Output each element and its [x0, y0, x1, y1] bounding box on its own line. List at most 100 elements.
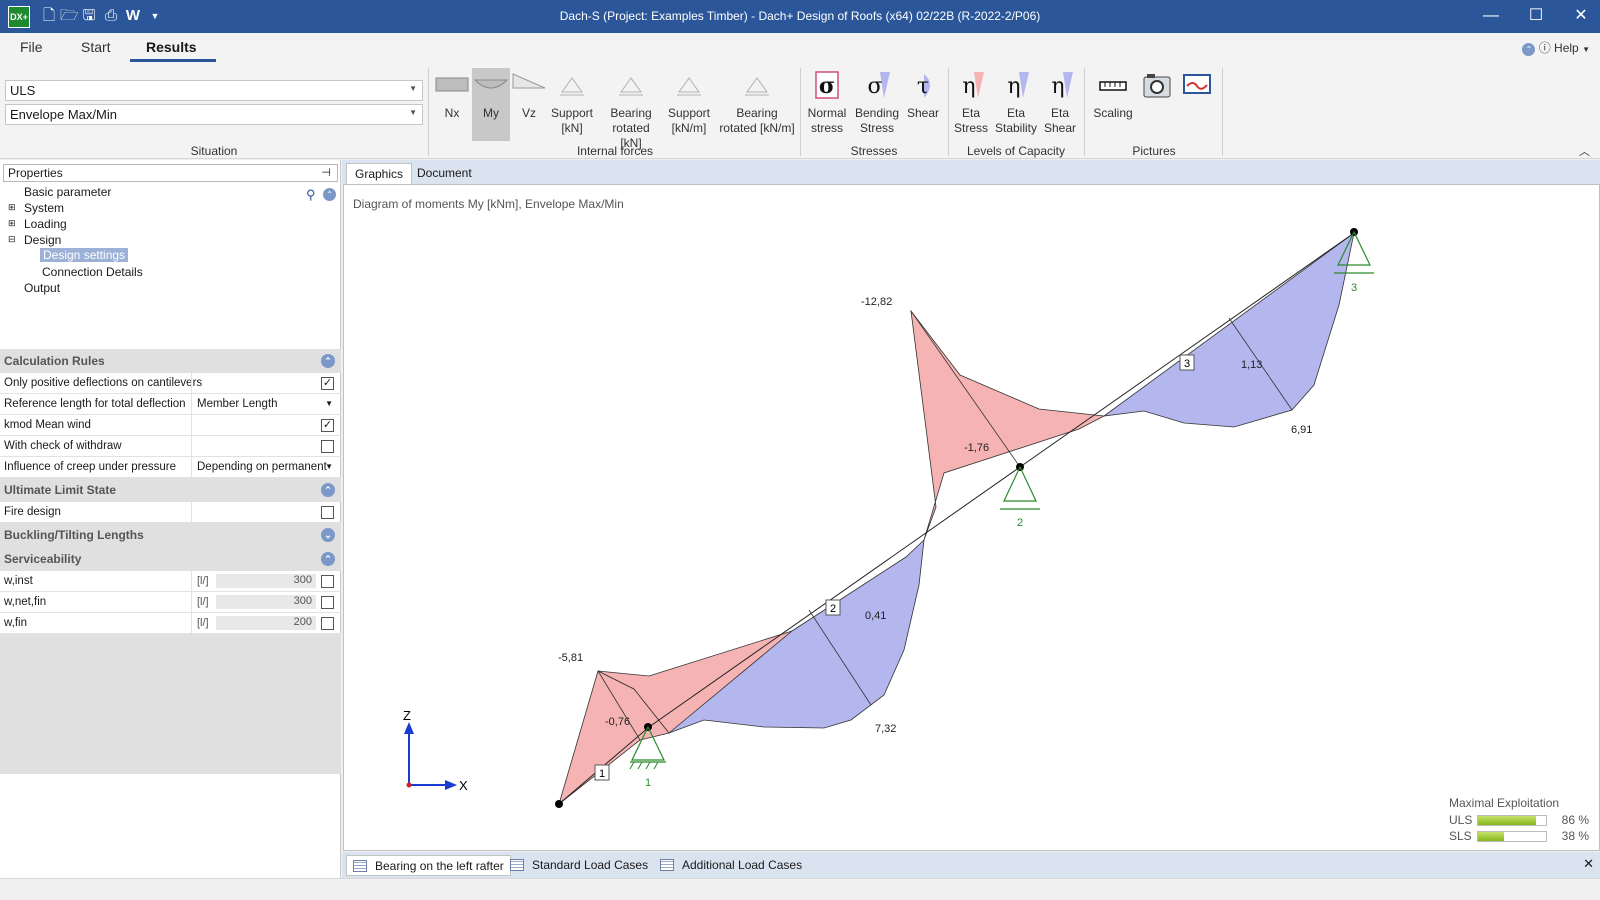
eta-stress-button[interactable]: η Eta Stress [952, 68, 990, 136]
expand-icon[interactable]: ⊞ [8, 202, 16, 213]
section-serviceability[interactable]: Serviceability ⌃ [0, 547, 341, 571]
customize-quick-access-icon[interactable]: ▼ [146, 7, 164, 25]
picture-export-button[interactable] [1178, 68, 1216, 106]
checkbox-checked[interactable]: ✓ [321, 419, 334, 432]
tab-bearing-left-rafter[interactable]: Bearing on the left rafter [346, 855, 511, 876]
vz-button[interactable]: Vz [510, 68, 548, 138]
eta-shear-button[interactable]: η Eta Shear [1041, 68, 1079, 136]
chevron-up-icon[interactable]: ⌃ [321, 483, 335, 497]
chevron-down-icon[interactable]: ⌄ [321, 528, 335, 542]
my-diagram-icon [473, 79, 509, 89]
tree-item-connection-details[interactable]: Connection Details [42, 265, 143, 279]
maximize-button[interactable]: ☐ [1521, 5, 1551, 27]
w-fin-input[interactable]: 200 [216, 616, 316, 630]
checkbox-unchecked[interactable] [321, 596, 334, 609]
creep-select[interactable]: Depending on permanent ▼ [191, 457, 341, 478]
ribbon-separator [1084, 68, 1085, 156]
word-export-icon[interactable]: W [124, 7, 142, 25]
tree-item-design[interactable]: Design [24, 233, 61, 247]
close-icon[interactable]: ✕ [1583, 856, 1594, 872]
minimize-button[interactable]: — [1476, 5, 1506, 27]
table-icon [660, 859, 674, 871]
picture-icon [1183, 74, 1211, 94]
menu-file[interactable]: File [20, 39, 43, 55]
tab-label: Bearing on the left rafter [375, 859, 504, 873]
table-icon [353, 860, 367, 872]
row-label: w,inst [4, 575, 33, 587]
section-calculation-rules[interactable]: Calculation Rules ⌃ [0, 349, 341, 373]
row-w-inst: w,inst [l/] 300 [0, 571, 341, 592]
exploitation-name: ULS [1449, 813, 1473, 827]
support-2-icon[interactable] [1000, 463, 1040, 510]
unit-label: [l/] [197, 617, 209, 629]
row-reference-length: Reference length for total deflection Me… [0, 394, 341, 415]
normal-stress-button[interactable]: σ Normal stress [804, 68, 850, 136]
collapse-icon[interactable]: ⊟ [8, 234, 16, 245]
collapse-up-icon[interactable]: ⌃ [323, 188, 336, 201]
node-start[interactable] [555, 800, 563, 808]
camera-button[interactable] [1138, 68, 1176, 106]
bending-stress-button[interactable]: σ Bending Stress [852, 68, 902, 136]
open-folder-icon[interactable]: 🗁 [60, 7, 79, 25]
close-window-button[interactable]: ✕ [1566, 5, 1596, 27]
tree-item-output[interactable]: Output [24, 281, 60, 295]
w-net-fin-input[interactable]: 300 [216, 595, 316, 609]
menu-results[interactable]: Results [146, 39, 197, 55]
scaling-button[interactable]: Scaling [1090, 68, 1136, 121]
shear-button[interactable]: τ Shear [903, 68, 943, 121]
graphics-canvas[interactable]: Diagram of moments My [kNm], Envelope Ma… [343, 184, 1600, 851]
menu-start[interactable]: Start [81, 39, 111, 55]
checkbox-unchecked[interactable] [321, 575, 334, 588]
tree-item-basic-parameter[interactable]: Basic parameter [24, 185, 111, 199]
ribbon-collapse-icon[interactable]: ︿ [1579, 143, 1590, 159]
exploitation-sls: SLS 38 % [1449, 828, 1589, 844]
support-icon [677, 77, 701, 96]
bearing-rotated-kn-m-button[interactable]: Bearing rotated [kN/m] [717, 68, 797, 136]
bearing-rotated-kn-button[interactable]: Bearing rotated [kN] [600, 68, 662, 151]
tree-item-loading[interactable]: Loading [24, 217, 67, 231]
tree-item-design-settings[interactable]: Design settings [40, 248, 129, 262]
ribbon-separator [948, 68, 949, 156]
chevron-up-icon[interactable]: ⌃ [321, 552, 335, 566]
row-influence-of-creep: Influence of creep under pressure Depend… [0, 457, 341, 478]
my-button[interactable]: My [472, 68, 510, 141]
w-inst-input[interactable]: 300 [216, 574, 316, 588]
row-label: w,fin [4, 617, 28, 629]
save-icon[interactable]: 🖫 [80, 7, 98, 25]
help-menu[interactable]: ⌃ ⓘ Help ▼ [1522, 39, 1590, 56]
tab-additional-load-cases[interactable]: Additional Load Cases [654, 855, 808, 876]
support-kn-button[interactable]: Support [kN] [549, 68, 595, 136]
collapse-ribbon-icon[interactable]: ⌃ [1522, 43, 1536, 56]
new-file-icon[interactable]: 🗋 [40, 7, 58, 25]
sigma-icon: σ [867, 72, 890, 99]
situation-combo[interactable]: ULS ▼ [5, 80, 423, 101]
print-icon[interactable]: ⎙ [102, 7, 120, 25]
pin-icon[interactable]: ⊣ [321, 166, 331, 179]
search-icon[interactable]: ⚲ [306, 187, 316, 203]
section-ultimate-limit-state[interactable]: Ultimate Limit State ⌃ [0, 478, 341, 502]
expand-icon[interactable]: ⊞ [8, 218, 16, 229]
ribbon-separator [1222, 68, 1223, 156]
eta-stability-button[interactable]: η Eta Stability [993, 68, 1039, 136]
support-kn-m-button[interactable]: Support [kN/m] [666, 68, 712, 136]
tree-item-system[interactable]: System [24, 201, 64, 215]
nx-button[interactable]: Nx [432, 68, 472, 138]
tab-standard-load-cases[interactable]: Standard Load Cases [504, 855, 654, 876]
section-title: Calculation Rules [4, 354, 105, 368]
checkbox-checked[interactable]: ✓ [321, 377, 334, 390]
chevron-up-icon[interactable]: ⌃ [321, 354, 335, 368]
checkbox-unchecked[interactable] [321, 617, 334, 630]
app-icon[interactable]: DX+ [8, 6, 30, 28]
section-buckling-tilting[interactable]: Buckling/Tilting Lengths ⌄ [0, 523, 341, 547]
exploitation-percent: 38 % [1561, 829, 1589, 843]
envelope-combo[interactable]: Envelope Max/Min ▼ [5, 104, 423, 125]
chevron-down-icon: ▼ [325, 399, 333, 408]
chevron-down-icon: ▼ [325, 462, 333, 471]
tab-document[interactable]: Document [409, 163, 480, 184]
eta-stress-label: Eta Stress [953, 106, 988, 135]
support-icon [560, 77, 584, 96]
reference-length-select[interactable]: Member Length ▼ [191, 394, 341, 415]
tab-graphics[interactable]: Graphics [346, 163, 413, 184]
checkbox-unchecked[interactable] [321, 440, 334, 453]
checkbox-unchecked[interactable] [321, 506, 334, 519]
